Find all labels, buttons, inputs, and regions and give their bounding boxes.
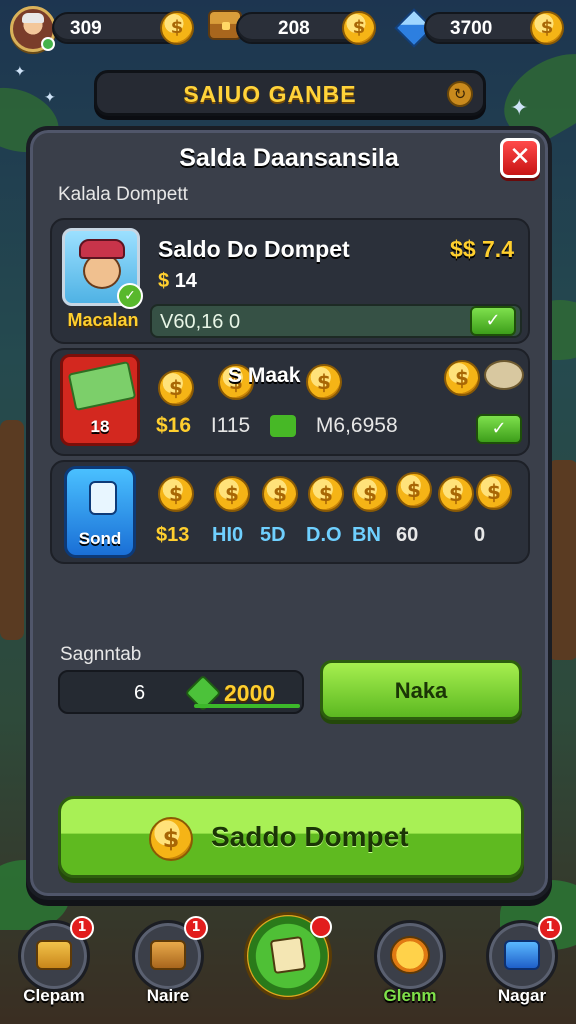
sond-stat-4: D.O (306, 524, 342, 546)
close-button[interactable]: ✕ (500, 138, 540, 178)
amount-quantity: 6 (134, 682, 146, 704)
wallet-panel: Salda Daansansila ✕ Kalala Dompett ✓ Mac… (26, 126, 552, 900)
card-icon (269, 935, 307, 975)
nav-label-naire: Naire (146, 986, 190, 1005)
amount-value: 2000 (224, 680, 276, 706)
balance-sub-value: 14 (174, 270, 197, 292)
amount-input[interactable]: 6 2000 (58, 670, 304, 714)
dollar-symbol: $ (158, 270, 170, 292)
sond-icon-label: Sond (78, 529, 122, 548)
coin-icon: $ (262, 476, 298, 512)
confirm-check-button[interactable]: ✓ (476, 414, 522, 444)
coin-icon: $ (352, 476, 388, 512)
gem-counter-value: 3700 (450, 18, 493, 39)
currency-bar: 309 $ 208 $ 3700 $ (8, 4, 568, 52)
balance-sub: $ 14 (158, 270, 197, 293)
cash-card[interactable]: 18 $ $ S Maak $ $ $16 I115 M6,6958 ✓ (50, 348, 530, 456)
cash-stat-a: $16 (156, 414, 192, 437)
nav-item-naire[interactable]: 1 Naire (128, 916, 208, 1016)
notification-badge (310, 916, 332, 938)
cash-stat-b: I115 (210, 414, 251, 437)
nav-item-clepam[interactable]: 1 Clepam (14, 916, 94, 1016)
check-badge-icon: ✓ (117, 283, 143, 309)
cash-card-stats: $16 I115 M6,6958 (156, 414, 412, 438)
cash-card-title: S Maak (228, 364, 301, 387)
bottom-nav: 1 Clepam 1 Naire Glenm 1 Nagar (0, 912, 576, 1024)
coin-icon: $ (308, 476, 344, 512)
coin-icon: $ (214, 476, 250, 512)
coin-icon: $ (160, 11, 194, 45)
balance-bar-value: V60,16 0 (160, 311, 241, 333)
sond-stat-7: 0 (474, 524, 486, 546)
nav-item-glenm[interactable]: Glenm (370, 916, 450, 1016)
wallet-balance-button[interactable]: $ Saddo Dompet (58, 796, 524, 878)
sun-creature-icon (390, 936, 430, 974)
confirm-check-button[interactable]: ✓ (470, 306, 516, 336)
panel-title: Salda Daansansila (179, 144, 399, 172)
nav-item-home[interactable] (244, 912, 334, 1012)
balance-title: Saldo Do Dompet (158, 236, 350, 262)
gem-counter[interactable]: 3700 $ (424, 11, 564, 45)
amount-progress-line (194, 704, 300, 708)
panel-subtitle: Kalala Dompett (58, 184, 188, 205)
refresh-icon[interactable]: ↻ (447, 81, 473, 107)
box-icon (150, 940, 186, 970)
balance-amount: $$ 7.4 (450, 236, 514, 262)
online-badge-icon (41, 37, 55, 51)
cash-stat-c: M6,6958 (315, 414, 398, 437)
notification-badge: 1 (538, 916, 562, 940)
game-title-banner: SAIUO GANBE ↻ (94, 70, 486, 116)
balance-value-bar: V60,16 0 ✓ (150, 304, 522, 338)
sond-card[interactable]: Sond $ $ $ $ $ $ $ $ $13 HI0 5D D.O BN 6… (50, 460, 530, 564)
coin-icon: $ (530, 11, 564, 45)
sond-stat-1: $13 (156, 524, 190, 546)
coin-icon: $ (396, 472, 432, 508)
coin-icon: $ (158, 370, 194, 406)
sond-stat-6: 60 (396, 524, 419, 546)
coin-icon: $ (342, 11, 376, 45)
notification-badge: 1 (70, 916, 94, 940)
check-icon (270, 415, 297, 438)
wallet-balance-card[interactable]: ✓ Macalan Saldo Do Dompet $$ 7.4 $ 14 V6… (50, 218, 530, 344)
coin-icon: $ (438, 476, 474, 512)
character-portrait: ✓ (62, 228, 143, 309)
sond-icon: Sond (64, 466, 136, 558)
amount-label: Sagnntab (60, 644, 142, 665)
sond-stat-2: HI0 (212, 524, 244, 546)
coin-icon: $ (149, 817, 193, 861)
cash-icon-number: 18 (90, 417, 110, 436)
player-avatar[interactable] (10, 6, 56, 52)
coin-counter[interactable]: 309 $ (52, 11, 194, 45)
chest-counter[interactable]: 208 $ (236, 11, 376, 45)
coin-icon: $ (444, 360, 480, 396)
coin-stack-icon (484, 360, 524, 390)
coin-counter-value: 309 (70, 18, 102, 39)
character-name: Macalan (67, 310, 139, 330)
chest-counter-value: 208 (278, 18, 310, 39)
wallet-balance-button-label: Saddo Dompet (211, 821, 409, 852)
nav-label-nagar: Nagar (497, 986, 547, 1005)
notification-badge: 1 (184, 916, 208, 940)
nav-item-nagar[interactable]: 1 Nagar (482, 916, 562, 1016)
nav-label-clepam: Clepam (23, 986, 85, 1005)
coin-icon: $ (306, 364, 342, 400)
blue-block-icon (504, 940, 540, 970)
sond-stat-3: 5D (260, 524, 286, 546)
coin-icon: $ (158, 476, 194, 512)
sond-stat-5: BN (352, 524, 381, 546)
game-title: SAIUO GANBE (183, 81, 357, 107)
next-button[interactable]: Naka (320, 660, 522, 720)
cash-icon: 18 (60, 354, 140, 446)
crate-icon (36, 940, 72, 970)
coin-icon: $ (476, 474, 512, 510)
nav-label-glenm: Glenm (383, 986, 437, 1005)
next-button-label: Naka (394, 678, 448, 703)
